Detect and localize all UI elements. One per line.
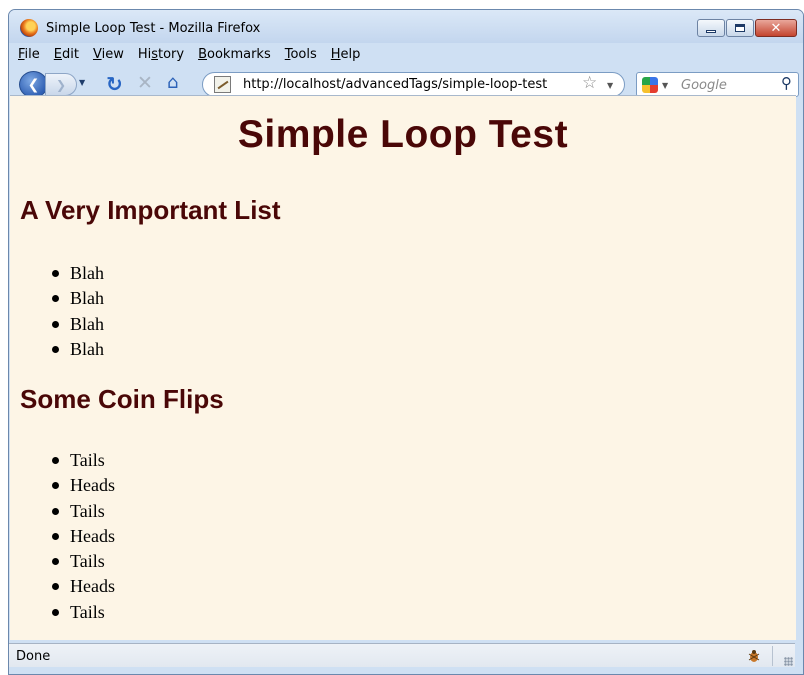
forward-arrow-icon: ❯ — [55, 77, 67, 92]
url-dropdown-icon[interactable]: ▼ — [607, 81, 613, 90]
list-item-text: Heads — [70, 576, 115, 597]
menu-edit-label: dit — [62, 46, 79, 62]
url-text[interactable]: http://localhost/advancedTags/simple-loo… — [243, 77, 547, 92]
bullet-icon — [52, 558, 59, 566]
window-title: Simple Loop Test - Mozilla Firefox — [46, 21, 261, 36]
menu-view-accel: V — [92, 46, 102, 62]
menu-view-label: iew — [101, 46, 124, 62]
search-icon[interactable]: ⚲ — [781, 76, 792, 91]
list-item-text: Heads — [70, 475, 115, 496]
list-item-text: Tails — [70, 601, 105, 622]
list-item-text: Blah — [70, 338, 104, 359]
list-item: Tails — [10, 499, 115, 524]
page-title: Simple Loop Test — [237, 113, 569, 156]
list-item: Tails — [10, 600, 115, 625]
menu-help[interactable]: Help — [331, 47, 361, 62]
list-item-text: Tails — [70, 450, 105, 470]
menu-help-label: elp — [340, 46, 361, 62]
menu-bar: File Edit View History Bookmarks Tools H… — [9, 43, 803, 65]
search-engine-dropdown-icon[interactable]: ▼ — [662, 81, 668, 90]
forward-button[interactable]: ❯ — [45, 73, 77, 96]
bullet-icon — [52, 295, 59, 303]
bullet-icon — [52, 482, 59, 490]
history-dropdown-icon[interactable]: ▼ — [79, 78, 85, 87]
title-bar[interactable]: Simple Loop Test - Mozilla Firefox ✕ — [9, 10, 803, 43]
menu-bookmarks-accel: B — [198, 46, 208, 62]
list-item: Blah — [10, 337, 104, 362]
bookmark-star-icon[interactable]: ☆ — [582, 75, 597, 92]
search-engine-icon[interactable] — [642, 77, 658, 93]
menu-bookmarks-label: ookmarks — [207, 46, 271, 62]
list-item: Blah — [10, 286, 104, 311]
bullet-icon — [52, 270, 59, 277]
list-item: Blah — [10, 312, 104, 337]
important-list: Blah Blah Blah Blah — [10, 261, 104, 362]
list-item: Heads — [10, 524, 115, 549]
list-item: Tails — [10, 448, 115, 473]
menu-view[interactable]: View — [93, 47, 124, 62]
search-bar[interactable]: ▼ Google ⚲ — [636, 72, 799, 97]
status-bar: Done — [9, 643, 795, 667]
section-heading-coin-flips: Some Coin Flips — [20, 384, 224, 414]
site-favicon-icon — [214, 76, 231, 93]
stop-icon[interactable]: ✕ — [137, 74, 153, 93]
list-item-text: Blah — [70, 263, 104, 283]
menu-history-accel: s — [151, 46, 158, 62]
list-item: Tails — [10, 549, 115, 574]
search-placeholder[interactable]: Google — [681, 78, 727, 93]
home-icon[interactable]: ⌂ — [167, 74, 178, 92]
page-content: Simple Loop Test A Very Important List B… — [10, 95, 796, 640]
menu-tools-label: ools — [290, 46, 317, 62]
close-button[interactable]: ✕ — [755, 19, 797, 37]
coin-flip-list: Tails Heads Tails Heads Tails Heads Tail… — [10, 448, 115, 625]
menu-bookmarks[interactable]: Bookmarks — [198, 47, 271, 62]
list-item-text: Heads — [70, 525, 115, 546]
menu-help-accel: H — [330, 46, 341, 62]
list-item-text: Blah — [70, 313, 104, 334]
resize-grip[interactable] — [784, 657, 793, 666]
bullet-icon — [52, 320, 59, 328]
back-arrow-icon: ❮ — [27, 76, 40, 93]
bullet-icon — [52, 532, 59, 540]
minimize-icon — [706, 29, 716, 33]
section-heading-list: A Very Important List — [20, 195, 281, 225]
maximize-icon — [735, 24, 745, 32]
list-item-text: Tails — [70, 500, 105, 521]
menu-history[interactable]: History — [138, 47, 184, 62]
bullet-icon — [52, 608, 59, 616]
menu-file-label: ile — [24, 46, 40, 62]
reload-icon[interactable]: ↻ — [106, 74, 123, 94]
bullet-icon — [52, 583, 59, 591]
firebug-icon[interactable] — [746, 648, 762, 664]
menu-edit-accel: E — [53, 46, 62, 62]
list-item-text: Blah — [70, 288, 104, 309]
bullet-icon — [52, 345, 59, 353]
bullet-icon — [52, 457, 59, 464]
status-separator — [772, 646, 773, 666]
menu-history-prefix: Hi — [137, 46, 152, 62]
list-item: Blah — [10, 261, 104, 286]
firefox-logo-icon — [20, 19, 38, 37]
menu-edit[interactable]: Edit — [54, 47, 79, 62]
minimize-button[interactable] — [697, 19, 725, 37]
close-icon: ✕ — [770, 20, 782, 36]
list-item-text: Tails — [70, 551, 105, 572]
url-bar[interactable]: http://localhost/advancedTags/simple-loo… — [202, 72, 625, 97]
list-item: Heads — [10, 473, 115, 498]
list-item: Heads — [10, 574, 115, 599]
menu-tools[interactable]: Tools — [285, 47, 317, 62]
menu-file[interactable]: File — [18, 47, 40, 62]
menu-history-label: tory — [158, 46, 185, 62]
status-text: Done — [16, 649, 51, 664]
bullet-icon — [52, 507, 59, 515]
maximize-button[interactable] — [726, 19, 754, 37]
back-button[interactable]: ❮ — [19, 71, 48, 98]
